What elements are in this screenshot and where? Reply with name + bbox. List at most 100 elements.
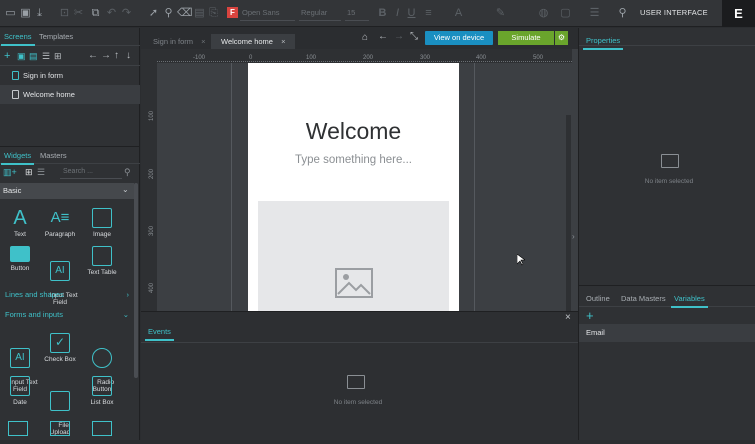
input-widget-icon: AI [50,261,70,281]
tab-variables[interactable]: Variables [671,294,708,308]
widget-text-table[interactable]: Text Table [82,246,122,277]
forward-icon[interactable]: → [394,31,404,42]
variable-item[interactable]: Email [579,324,755,342]
widget-check-box[interactable]: ✓ Check Box [40,333,80,364]
italic-icon[interactable]: I [391,7,404,20]
eraser-icon[interactable]: ⌫ [177,7,193,20]
back-icon[interactable]: ← [378,31,388,42]
close-icon[interactable]: × [565,312,571,323]
events-empty-text: No item selected [333,399,383,406]
widget-button[interactable]: Button [0,246,40,273]
tab-welcome-home[interactable]: Welcome home × [211,34,296,49]
textarea-widget-icon[interactable] [92,421,112,436]
download-icon[interactable]: ⤓ [33,7,46,20]
ungroup-icon[interactable]: ⊡ [58,7,71,20]
category-forms-and-inputs[interactable]: Forms and inputs ⌄ [0,307,134,323]
screen-label: Welcome home [23,90,75,99]
redo-icon[interactable]: ↷ [120,7,133,20]
search-icon[interactable]: ⚲ [124,167,131,178]
tab-outline[interactable]: Outline [586,294,610,303]
widget-search-input[interactable]: Search ... [60,166,122,179]
chevron-down-icon: ⌄ [122,185,129,194]
image-icon[interactable]: ▤ [193,7,206,20]
canvas-scrollbar[interactable] [566,115,571,311]
widget-list-box[interactable]: List Box [82,376,122,407]
screen-item-welcome[interactable]: Welcome home [0,85,140,104]
widget-paragraph[interactable]: A≡ Paragraph [40,208,80,239]
widget-date[interactable]: Date [0,376,40,407]
drop-icon[interactable]: ◍ [537,7,550,20]
close-icon[interactable]: × [201,37,205,46]
font-weight-select[interactable]: Regular [299,6,341,21]
view-on-device-button[interactable]: View on device [425,31,493,45]
screen-item-sign-in[interactable]: Sign in form [0,66,140,85]
mouse-cursor-icon [517,254,525,266]
pen-icon[interactable]: ✎ [494,7,507,20]
image-icon [335,268,373,298]
arrow-left-icon[interactable]: ← [88,50,98,61]
tab-events[interactable]: Events [145,327,174,341]
border-icon[interactable]: ▢ [559,7,572,20]
table-widget-icon [92,246,112,266]
arrow-down-icon[interactable]: ↓ [126,50,131,61]
dropdown-widget-icon[interactable] [8,421,28,436]
grid-view-icon[interactable]: ⊞ [54,51,62,62]
tab-templates[interactable]: Templates [39,32,73,41]
gear-icon[interactable]: ⚙ [555,31,568,45]
image-placeholder[interactable] [258,201,449,311]
cut-icon[interactable]: ✂ [72,7,85,20]
font-size-select[interactable]: 15 [345,6,369,21]
mode-label[interactable]: USER INTERFACE [640,8,708,17]
widget-input-text-field[interactable]: AI Input Text Field [40,246,80,314]
tab-properties[interactable]: Properties [582,36,624,50]
fit-icon[interactable]: ⤡ [410,31,418,42]
welcome-heading[interactable]: Welcome [248,118,459,145]
screen-icon[interactable]: ▣ [17,51,26,62]
pointer-icon[interactable]: ➚ [147,7,160,20]
device-screen[interactable]: Welcome Type something here... [248,63,459,311]
tab-sign-in-form[interactable]: Sign in form × [143,34,216,49]
category-lines-and-shapes[interactable]: Lines and shapes › [0,287,134,303]
widget-text[interactable]: A Text [0,208,40,239]
add-variable-icon[interactable]: + [586,308,594,323]
slider-widget-icon[interactable] [50,421,70,436]
folder-icon[interactable]: ▤ [29,51,38,62]
widget-image[interactable]: Image [82,208,122,239]
align-icon[interactable]: ≡ [422,7,435,20]
list-view-icon[interactable]: ☰ [37,167,45,178]
copy-icon[interactable]: ⧉ [89,7,102,20]
add-screen-icon[interactable]: + [4,50,10,62]
zoom-icon[interactable]: ⚲ [162,7,175,20]
undo-icon[interactable]: ↶ [105,7,118,20]
subtitle-text[interactable]: Type something here... [248,154,459,166]
font-family-select[interactable]: Open Sans [240,6,295,21]
list-box-icon [92,376,112,396]
widgets-scrollbar[interactable] [134,183,138,378]
arrow-up-icon[interactable]: ↑ [114,50,119,61]
close-icon[interactable]: × [281,37,285,46]
bold-icon[interactable]: B [376,7,389,20]
text-color-icon[interactable]: A [452,7,465,20]
tab-screens[interactable]: Screens [1,32,34,46]
simulate-button[interactable]: Simulate [498,31,554,45]
widget-library-icon[interactable]: ▥+ [3,167,17,178]
underline-icon[interactable]: U [405,7,418,20]
tab-masters[interactable]: Masters [40,151,67,160]
search-icon[interactable]: ⚲ [616,7,629,20]
new-file-icon[interactable]: ▭ [4,7,17,20]
list-view-icon[interactable]: ☰ [42,51,50,62]
home-icon[interactable]: ⌂ [362,32,368,43]
grid-view-icon[interactable]: ⊞ [25,167,33,178]
guide-line [474,63,475,311]
category-header-basic[interactable]: Basic ⌄ [0,183,134,199]
document-icon [12,90,19,99]
right-panel: Properties No item selected Outline Data… [578,28,755,440]
tab-widgets[interactable]: Widgets [0,151,35,165]
link-icon[interactable]: ⎘ [207,7,220,20]
arrow-right-icon[interactable]: → [101,50,111,61]
app-badge[interactable]: E [722,0,755,27]
ruler-top: -100 0 100 200 300 400 500 [157,49,572,63]
save-icon[interactable]: ▣ [19,7,32,20]
tab-data-masters[interactable]: Data Masters [621,294,666,303]
layout-icon[interactable]: ☰ [588,7,601,20]
